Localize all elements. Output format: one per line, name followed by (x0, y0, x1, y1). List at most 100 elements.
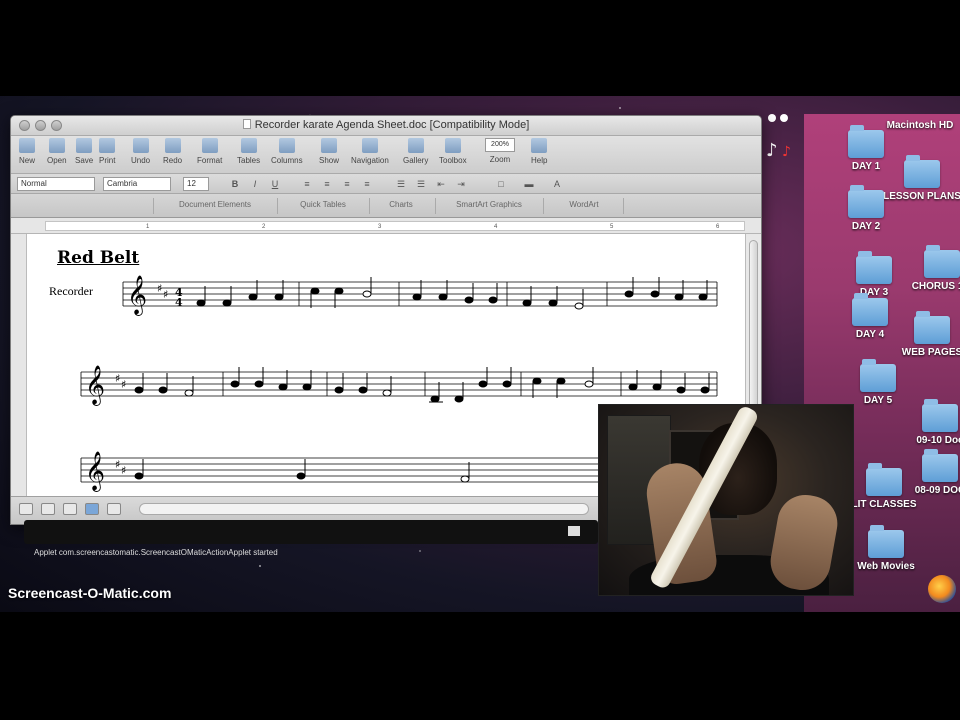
desktop-icon-day2[interactable]: DAY 2 (826, 185, 906, 232)
folder-icon (922, 449, 958, 482)
gallery-icon (407, 138, 424, 153)
toolbar-label: Show (319, 156, 340, 165)
highlight-icon[interactable]: ▬ (523, 178, 535, 190)
ribbon-tab-quick-tables[interactable]: Quick Tables (281, 200, 365, 209)
toolbar-toolbox-button[interactable]: Toolbox (439, 138, 467, 165)
align-right-icon[interactable]: ≡ (341, 178, 353, 190)
desktop-icon-chorus[interactable]: CHORUS 10- (902, 245, 960, 292)
toolbar-label: Save (75, 156, 94, 165)
svg-text:♪: ♪ (782, 144, 791, 160)
toolbar-help-button[interactable]: Help (531, 138, 547, 165)
toolbar-undo-button[interactable]: Undo (131, 138, 150, 165)
toolbar-save-button[interactable]: Save (75, 138, 93, 165)
ribbon-separator (543, 198, 544, 214)
ruler-track: 1 2 3 4 5 6 (45, 221, 745, 231)
print-layout-view-button[interactable] (85, 503, 99, 515)
align-center-icon[interactable]: ≡ (321, 178, 333, 190)
format-brush-icon (201, 138, 218, 153)
folder-icon (848, 185, 884, 218)
stop-record-button[interactable] (568, 526, 580, 536)
desktop-icon-label: CHORUS 10- (911, 281, 960, 292)
sharp-icon: ♯ (115, 458, 120, 471)
staff-line-2 (80, 371, 718, 397)
columns-icon (278, 138, 295, 153)
elements-ribbon: Document Elements Quick Tables Charts Sm… (11, 194, 761, 218)
ribbon-separator (623, 198, 624, 214)
toolbar-zoom-control[interactable]: 200% Zoom (485, 138, 515, 164)
toolbar-columns-button[interactable]: Columns (271, 138, 303, 165)
indent-icon[interactable]: ⇥ (455, 178, 467, 190)
treble-clef-icon: 𝄞 (85, 451, 105, 492)
toolbar-redo-button[interactable]: Redo (163, 138, 182, 165)
align-left-icon[interactable]: ≡ (301, 178, 313, 190)
horizontal-ruler[interactable]: 1 2 3 4 5 6 (11, 218, 761, 234)
font-color-icon[interactable]: A (551, 178, 563, 190)
applet-strip (24, 520, 598, 544)
letterbox-bottom (0, 612, 960, 720)
outline-view-button[interactable] (41, 503, 55, 515)
letterbox-top (0, 0, 960, 96)
bold-button[interactable]: B (229, 178, 241, 190)
toolbar-label: Tables (237, 156, 261, 165)
desktop-icon-macintosh-hd[interactable]: Macintosh HD (880, 106, 960, 131)
toolbar-tables-button[interactable]: Tables (237, 138, 260, 165)
horizontal-scrollbar[interactable] (139, 503, 589, 515)
toolbox-icon (444, 138, 461, 153)
toolbar-label: New (19, 156, 36, 165)
folder-icon (860, 359, 896, 392)
title-bar[interactable]: Recorder karate Agenda Sheet.doc [Compat… (11, 116, 761, 136)
window-title: Recorder karate Agenda Sheet.doc [Compat… (11, 119, 761, 131)
desktop-icon-day5[interactable]: DAY 5 (838, 359, 918, 406)
desktop-icon-lit-classes[interactable]: LIT CLASSES (844, 463, 924, 510)
italic-button[interactable]: I (249, 178, 261, 190)
ribbon-tab-wordart[interactable]: WordArt (547, 200, 621, 209)
ribbon-tab-document-elements[interactable]: Document Elements (159, 200, 271, 209)
firefox-icon[interactable] (928, 575, 956, 603)
borders-icon[interactable]: □ (495, 178, 507, 190)
toolbar-print-button[interactable]: Print (99, 138, 115, 165)
ribbon-separator (277, 198, 278, 214)
ribbon-tab-charts[interactable]: Charts (371, 200, 431, 209)
desktop-icon-0910-docs[interactable]: 09-10 Doc (900, 399, 960, 446)
print-icon (99, 138, 116, 153)
itunes-dock-icon[interactable]: ♪ ♪ (764, 112, 800, 162)
ruler-mark: 1 (146, 224, 150, 230)
toolbar-open-button[interactable]: Open (47, 138, 67, 165)
toolbar-label: Navigation (351, 156, 389, 165)
zoom-field[interactable]: 200% (485, 138, 515, 152)
style-select[interactable]: Normal (17, 177, 95, 191)
webcam-overlay (598, 404, 854, 596)
numbering-icon[interactable]: ☰ (415, 178, 427, 190)
ribbon-separator (369, 198, 370, 214)
notebook-view-button[interactable] (107, 503, 121, 515)
toolbar-show-button[interactable]: Show (319, 138, 339, 165)
justify-icon[interactable]: ≡ (361, 178, 373, 190)
underline-button[interactable]: U (269, 178, 281, 190)
desktop-icon-web-movies[interactable]: Web Movies (846, 525, 926, 572)
sharp-icon: ♯ (115, 372, 120, 385)
outdent-icon[interactable]: ⇤ (435, 178, 447, 190)
vertical-ruler[interactable] (11, 234, 27, 496)
font-select[interactable]: Cambria (103, 177, 171, 191)
toolbar-new-button[interactable]: New (19, 138, 35, 165)
toolbar-label: Zoom (489, 155, 511, 164)
toolbar-label: Columns (271, 156, 303, 165)
toolbar-format-button[interactable]: Format (197, 138, 222, 165)
bullets-icon[interactable]: ☰ (395, 178, 407, 190)
toolbar-gallery-button[interactable]: Gallery (403, 138, 428, 165)
watermark-text: Screencast-O-Matic.com (8, 585, 172, 601)
draft-view-button[interactable] (19, 503, 33, 515)
publishing-view-button[interactable] (63, 503, 77, 515)
desktop-icon-web-pages[interactable]: WEB PAGES (892, 311, 960, 358)
folder-icon (856, 251, 892, 284)
new-document-icon (19, 138, 35, 153)
toolbar-label: Format (197, 156, 223, 165)
toolbar-navigation-button[interactable]: Navigation (351, 138, 389, 165)
font-size-select[interactable]: 12 (183, 177, 209, 191)
folder-icon (914, 311, 950, 344)
folder-icon (904, 155, 940, 188)
folder-icon (924, 245, 960, 278)
ribbon-tab-smartart[interactable]: SmartArt Graphics (439, 200, 539, 209)
folder-icon (922, 399, 958, 432)
toolbar-label: Toolbox (439, 156, 467, 165)
